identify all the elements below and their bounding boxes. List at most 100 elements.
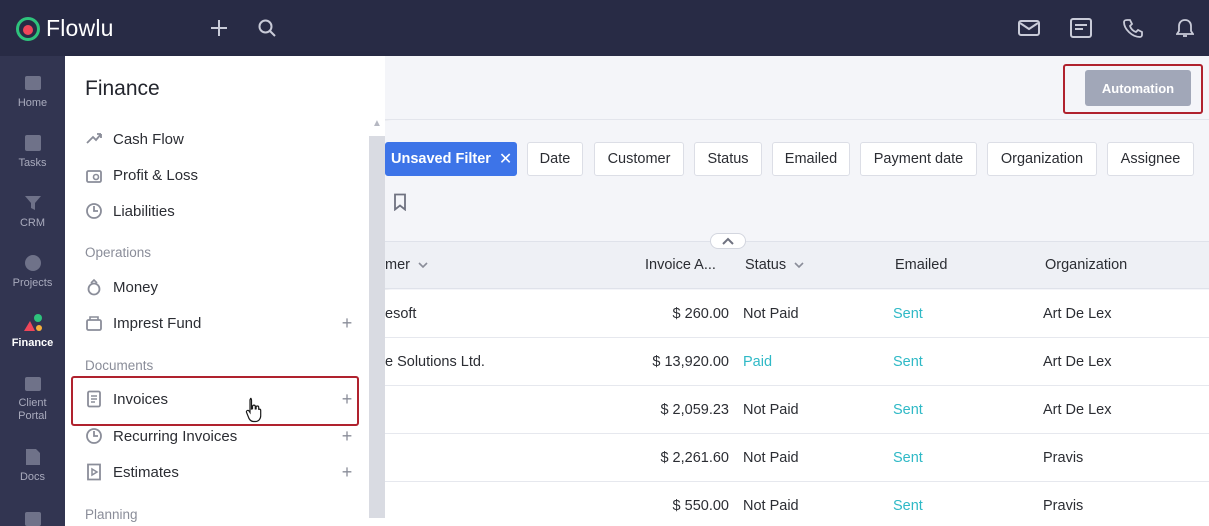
collapse-filters-button[interactable] bbox=[710, 233, 746, 249]
scroll-up-arrow-icon[interactable]: ▲ bbox=[371, 118, 383, 132]
cell-organization[interactable]: Art De Lex bbox=[1043, 402, 1112, 418]
liabilities-icon bbox=[85, 202, 103, 220]
cell-customer[interactable]: esoft bbox=[385, 306, 416, 322]
cell-organization[interactable]: Pravis bbox=[1043, 498, 1083, 514]
filter-organization[interactable]: Organization bbox=[987, 142, 1097, 176]
menu-item-label: Cash Flow bbox=[113, 130, 184, 148]
filter-payment-date[interactable]: Payment date bbox=[860, 142, 977, 176]
cell-emailed[interactable]: Sent bbox=[893, 498, 923, 514]
cell-customer[interactable]: e Solutions Ltd. bbox=[385, 354, 485, 370]
menu-item-label: Money bbox=[113, 278, 159, 296]
finance-menu-panel: Finance Cash Flow Profit & Loss Liabilit… bbox=[65, 56, 385, 526]
filter-chip-label: Unsaved Filter bbox=[391, 151, 491, 167]
rail-item-finance[interactable]: Finance bbox=[0, 313, 65, 349]
column-emailed[interactable]: Emailed bbox=[895, 257, 947, 273]
table-row[interactable]: e Solutions Ltd. $ 13,920.00 Paid Sent A… bbox=[385, 338, 1209, 386]
table-row[interactable]: $ 2,261.60 Not Paid Sent Pravis bbox=[385, 434, 1209, 482]
hand-cursor-icon bbox=[245, 397, 263, 423]
table-row[interactable]: $ 2,059.23 Not Paid Sent Art De Lex bbox=[385, 386, 1209, 434]
phone-icon[interactable] bbox=[1121, 16, 1145, 40]
cell-status: Not Paid bbox=[743, 498, 799, 514]
cell-organization[interactable]: Pravis bbox=[1043, 450, 1083, 466]
add-icon[interactable] bbox=[207, 16, 231, 40]
add-imprest-fund-button[interactable]: + bbox=[339, 313, 355, 333]
rail-item-more[interactable] bbox=[0, 508, 65, 526]
column-organization[interactable]: Organization bbox=[1045, 257, 1127, 273]
rail-label: Finance bbox=[11, 337, 54, 349]
table-row[interactable]: $ 550.00 Not Paid Sent Pravis bbox=[385, 482, 1209, 526]
menu-item-label: Imprest Fund bbox=[113, 314, 202, 332]
menu-item-recurring-invoices[interactable]: Recurring Invoices + bbox=[85, 423, 355, 449]
mail-icon[interactable] bbox=[1017, 16, 1041, 40]
bookmark-icon[interactable] bbox=[393, 193, 407, 212]
column-label: Invoice A... bbox=[645, 257, 716, 273]
cell-amount: $ 13,920.00 bbox=[652, 354, 729, 370]
column-label: Emailed bbox=[895, 257, 948, 273]
close-icon[interactable]: ✕ bbox=[499, 149, 512, 169]
cell-organization[interactable]: Art De Lex bbox=[1043, 306, 1112, 322]
filter-customer[interactable]: Customer bbox=[594, 142, 684, 176]
cell-status: Not Paid bbox=[743, 402, 799, 418]
menu-item-profit-loss[interactable]: Profit & Loss bbox=[85, 162, 355, 188]
cell-emailed[interactable]: Sent bbox=[893, 402, 923, 418]
projects-icon bbox=[22, 253, 44, 273]
cash-flow-icon bbox=[85, 130, 103, 148]
section-planning: Planning bbox=[85, 507, 138, 522]
cell-amount: $ 260.00 bbox=[672, 306, 729, 322]
cell-emailed[interactable]: Sent bbox=[893, 450, 923, 466]
rail-label: CRM bbox=[19, 217, 46, 229]
tasks-icon bbox=[22, 133, 44, 153]
menu-item-liabilities[interactable]: Liabilities bbox=[85, 198, 355, 224]
filter-date[interactable]: Date bbox=[527, 142, 583, 176]
rail-item-docs[interactable]: Docs bbox=[0, 447, 65, 483]
filter-assignee[interactable]: Assignee bbox=[1107, 142, 1194, 176]
column-status[interactable]: Status bbox=[745, 257, 804, 273]
table-row[interactable]: esoft $ 260.00 Not Paid Sent Art De Lex bbox=[385, 290, 1209, 338]
panel-scrollbar[interactable] bbox=[369, 136, 385, 518]
logo[interactable]: Flowlu bbox=[16, 15, 114, 42]
filter-status[interactable]: Status bbox=[694, 142, 762, 176]
menu-item-cash-flow[interactable]: Cash Flow bbox=[85, 126, 355, 152]
search-icon[interactable] bbox=[255, 16, 279, 40]
cell-organization[interactable]: Art De Lex bbox=[1043, 354, 1112, 370]
notes-icon[interactable] bbox=[1069, 16, 1093, 40]
column-customer[interactable]: mer bbox=[385, 257, 428, 273]
rail-item-tasks[interactable]: Tasks bbox=[0, 133, 65, 169]
rail-label: Tasks bbox=[18, 157, 47, 169]
more-icon bbox=[22, 508, 44, 526]
rail-label: Docs bbox=[19, 471, 46, 483]
imprest-fund-icon bbox=[85, 314, 103, 332]
add-recurring-invoice-button[interactable]: + bbox=[339, 426, 355, 446]
client-portal-icon bbox=[22, 373, 44, 393]
menu-item-estimates[interactable]: Estimates + bbox=[85, 459, 355, 485]
menu-item-imprest-fund[interactable]: Imprest Fund + bbox=[85, 310, 355, 336]
table-header: mer Invoice A... Status Emailed Organiza… bbox=[385, 241, 1209, 289]
profit-loss-icon bbox=[85, 166, 103, 184]
bell-icon[interactable] bbox=[1173, 16, 1197, 40]
crm-icon bbox=[22, 193, 44, 213]
estimates-icon bbox=[85, 463, 103, 481]
cell-amount: $ 2,059.23 bbox=[660, 402, 729, 418]
chevron-down-icon bbox=[418, 262, 428, 269]
rail-item-crm[interactable]: CRM bbox=[0, 193, 65, 229]
cell-emailed[interactable]: Sent bbox=[893, 306, 923, 322]
add-estimate-button[interactable]: + bbox=[339, 462, 355, 482]
menu-item-label: Recurring Invoices bbox=[113, 427, 238, 445]
column-label: Organization bbox=[1045, 257, 1128, 273]
column-invoice-amount[interactable]: Invoice A... bbox=[645, 257, 716, 273]
cell-status: Not Paid bbox=[743, 450, 799, 466]
automation-button[interactable]: Automation bbox=[1085, 70, 1191, 106]
menu-item-label: Profit & Loss bbox=[113, 166, 199, 184]
menu-item-money[interactable]: Money bbox=[85, 274, 355, 300]
unsaved-filter-chip[interactable]: Unsaved Filter ✕ bbox=[385, 142, 517, 176]
rail-item-projects[interactable]: Projects bbox=[0, 253, 65, 289]
invoices-highlight-box bbox=[71, 376, 359, 426]
filter-emailed[interactable]: Emailed bbox=[772, 142, 850, 176]
section-operations: Operations bbox=[85, 245, 152, 260]
rail-item-client-portal[interactable]: Client Portal bbox=[0, 373, 65, 423]
rail-label: Client Portal bbox=[18, 397, 47, 422]
rail-item-home[interactable]: Home bbox=[0, 73, 65, 109]
recurring-invoices-icon bbox=[85, 427, 103, 445]
cell-emailed[interactable]: Sent bbox=[893, 354, 923, 370]
cell-status: Not Paid bbox=[743, 306, 799, 322]
